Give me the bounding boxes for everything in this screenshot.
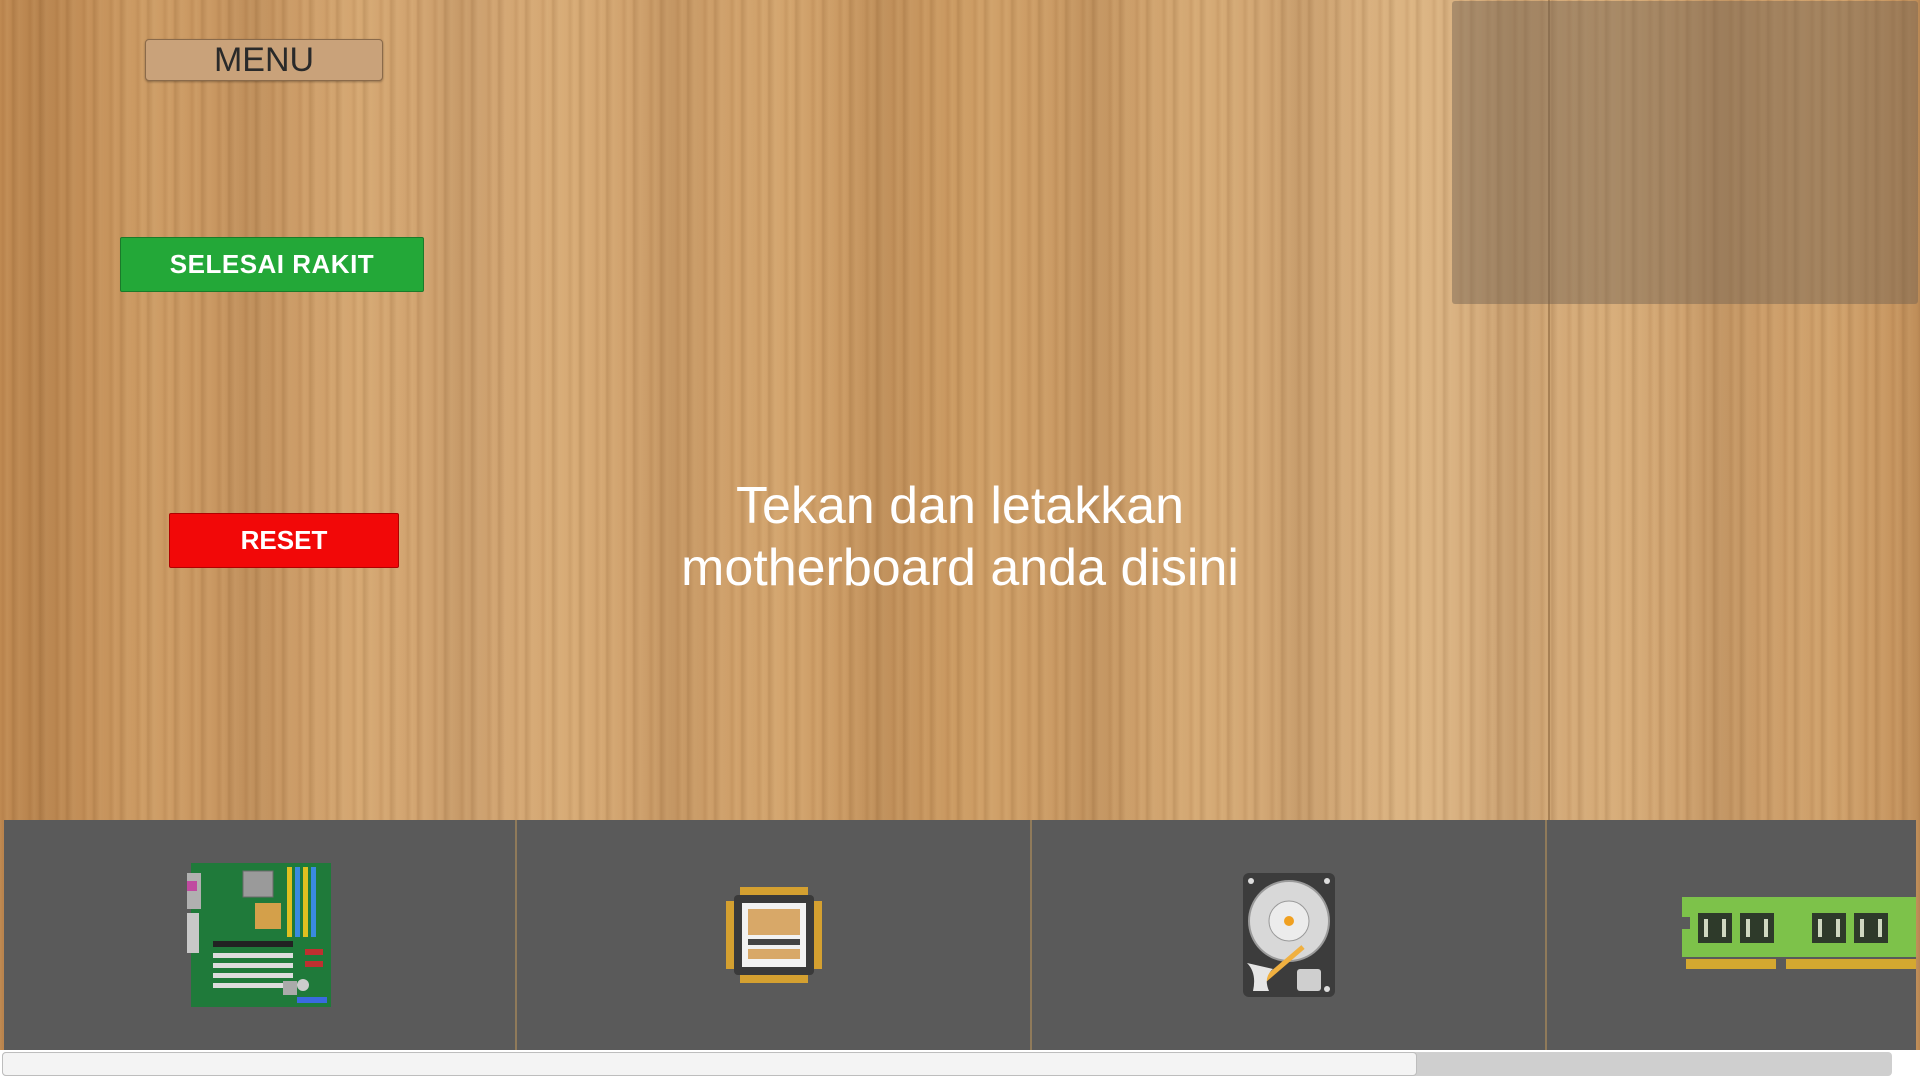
info-panel (1452, 1, 1918, 304)
menu-button[interactable]: MENU (145, 39, 383, 81)
finish-assembly-button[interactable]: SELESAI RAKIT (120, 237, 424, 292)
drop-zone-instruction[interactable]: Tekan dan letakkan motherboard anda disi… (560, 475, 1360, 599)
motherboard-icon (186, 863, 331, 1007)
instruction-line-2: motherboard anda disini (681, 539, 1239, 597)
tray-item-ram[interactable] (1547, 820, 1916, 1050)
tray-scrollbar[interactable] (0, 1050, 1920, 1080)
hard-drive-icon (1242, 873, 1335, 997)
ram-icon (1682, 897, 1916, 969)
instruction-line-1: Tekan dan letakkan (735, 477, 1185, 535)
tray-item-motherboard[interactable] (4, 820, 517, 1050)
component-tray (4, 820, 1916, 1050)
tray-item-cpu[interactable] (517, 820, 1032, 1050)
scrollbar-thumb[interactable] (2, 1052, 1417, 1076)
cpu-icon (725, 887, 822, 983)
reset-button[interactable]: RESET (169, 513, 399, 568)
tray-item-hard-drive[interactable] (1032, 820, 1547, 1050)
